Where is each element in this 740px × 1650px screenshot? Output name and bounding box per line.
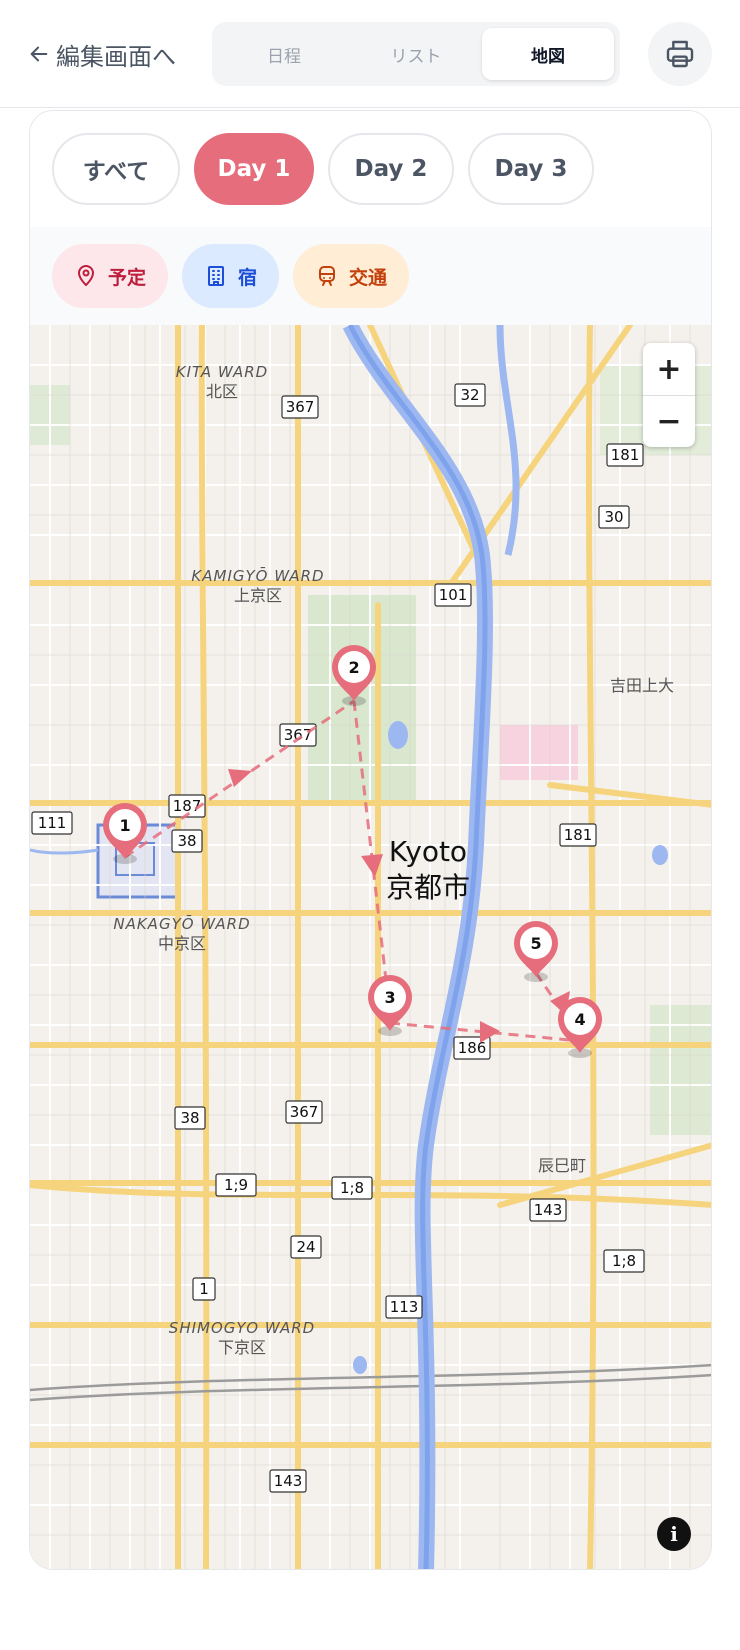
zoom-in-button[interactable]: + (643, 343, 695, 395)
day-filter-day1[interactable]: Day 1 (194, 133, 314, 205)
map-pin-icon (78, 265, 94, 286)
svg-text:367: 367 (286, 398, 315, 416)
legend-plan-label: 予定 (108, 266, 147, 289)
day-filter-day3[interactable]: Day 3 (468, 133, 594, 205)
route-shield: 186 (453, 1036, 491, 1060)
route-shield: 181 (559, 823, 597, 847)
route-shield: 38 (171, 829, 203, 853)
svg-text:24: 24 (296, 1238, 315, 1256)
day-filter-bar: すべて Day 1 Day 2 Day 3 (30, 111, 711, 227)
route-shield: 30 (598, 505, 630, 529)
svg-text:38: 38 (180, 1109, 199, 1127)
svg-text:30: 30 (604, 508, 623, 526)
svg-text:181: 181 (611, 446, 640, 464)
legend-transport-label: 交通 (349, 266, 388, 289)
map-view[interactable]: KITA WARD 北区 KAMIGYŌ WARD 上京区 NAKAGYŌ WA… (30, 325, 712, 1570)
route-shield: 367 (281, 395, 319, 419)
route-shield: 367 (279, 723, 317, 747)
legend-stay-label: 宿 (238, 266, 258, 289)
zoom-out-button[interactable]: − (643, 395, 695, 447)
day-filter-all[interactable]: すべて (52, 133, 180, 205)
map-canvas[interactable]: KITA WARD 北区 KAMIGYŌ WARD 上京区 NAKAGYŌ WA… (30, 325, 712, 1570)
tab-list[interactable]: リスト (350, 28, 482, 80)
svg-text:5: 5 (530, 934, 541, 953)
campus-area (500, 725, 578, 780)
svg-text:113: 113 (390, 1298, 419, 1316)
svg-text:2: 2 (348, 658, 359, 677)
svg-text:111: 111 (38, 814, 67, 832)
ward-label-kita-ja: 北区 (206, 382, 238, 401)
building-icon (208, 266, 225, 286)
route-shield: 143 (269, 1469, 307, 1493)
svg-text:181: 181 (564, 826, 593, 844)
category-legend: 予定 宿 交通 (30, 227, 711, 325)
svg-text:3: 3 (384, 988, 395, 1007)
map-attribution-info-icon[interactable]: i (657, 1517, 691, 1551)
day-filter-day2[interactable]: Day 2 (328, 133, 454, 205)
svg-text:1;8: 1;8 (340, 1179, 364, 1197)
route-shield: 367 (285, 1100, 323, 1124)
svg-text:1: 1 (199, 1280, 209, 1298)
ward-label-kamigyo-ja: 上京区 (234, 586, 282, 605)
printer-icon (666, 40, 694, 68)
ward-label-nakagyo: NAKAGYŌ WARD (113, 914, 250, 933)
svg-text:143: 143 (274, 1472, 303, 1490)
city-label-ja: 京都市 (386, 871, 470, 904)
legend-transport-chip[interactable]: 交通 (293, 244, 410, 308)
route-shield: 1;9 (215, 1173, 257, 1197)
train-icon (319, 266, 336, 286)
tab-map[interactable]: 地図 (482, 28, 614, 80)
route-shield: 32 (454, 383, 486, 407)
place-label-yoshida: 吉田上大 (610, 676, 674, 695)
view-switcher: 日程 リスト 地図 (212, 22, 620, 86)
svg-text:4: 4 (574, 1010, 585, 1029)
route-shield: 111 (31, 811, 73, 835)
svg-text:367: 367 (290, 1103, 319, 1121)
ward-label-kamigyo: KAMIGYŌ WARD (191, 566, 324, 585)
route-shield: 181 (606, 443, 644, 467)
svg-text:187: 187 (173, 797, 202, 815)
ward-label-shimogyo: SHIMOGYO WARD (169, 1319, 315, 1337)
print-button[interactable] (648, 22, 712, 86)
place-label-tatsumi: 辰巳町 (538, 1156, 586, 1175)
route-shield: 113 (385, 1295, 423, 1319)
legend-plan-chip[interactable]: 予定 (52, 244, 169, 308)
city-label-en: Kyoto (389, 835, 467, 868)
legend-stay-chip[interactable]: 宿 (182, 244, 280, 308)
zoom-control: + − (643, 343, 695, 447)
ward-label-nakagyo-ja: 中京区 (158, 934, 206, 953)
svg-text:367: 367 (284, 726, 313, 744)
route-shield: 143 (529, 1198, 567, 1222)
svg-text:32: 32 (460, 386, 479, 404)
svg-text:38: 38 (177, 832, 196, 850)
route-shield: 1;8 (331, 1176, 373, 1200)
route-shield: 101 (434, 583, 472, 607)
svg-text:1;8: 1;8 (612, 1252, 636, 1270)
svg-text:143: 143 (534, 1201, 563, 1219)
route-shield: 1;8 (603, 1249, 645, 1273)
svg-text:101: 101 (439, 586, 468, 604)
arrow-left-icon (30, 46, 48, 62)
map-marker-5[interactable]: 5 (514, 921, 558, 982)
route-shield: 1 (192, 1277, 216, 1301)
svg-text:1: 1 (119, 816, 130, 835)
map-marker-3[interactable]: 3 (368, 975, 412, 1036)
map-card: すべて Day 1 Day 2 Day 3 予定 宿 交通 KITA WARD … (29, 110, 712, 1570)
ward-label-kita: KITA WARD (176, 363, 268, 381)
ward-label-shimogyo-ja: 下京区 (218, 1338, 266, 1357)
top-bar: 編集画面へ 日程 リスト 地図 (0, 0, 740, 108)
svg-text:1;9: 1;9 (224, 1176, 248, 1194)
route-shield: 24 (290, 1235, 322, 1259)
route-shield: 38 (174, 1106, 206, 1130)
back-to-edit-button[interactable]: 編集画面へ (28, 36, 176, 72)
tab-schedule[interactable]: 日程 (218, 28, 350, 80)
back-label: 編集画面へ (56, 42, 176, 71)
